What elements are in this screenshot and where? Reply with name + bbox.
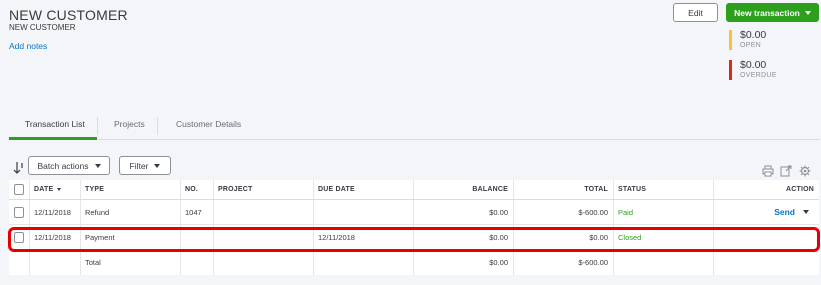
- table-header-row: DATE TYPE NO. PROJECT DUE DATE BALANCE T…: [9, 180, 819, 200]
- chevron-down-icon: [154, 163, 161, 168]
- footer-label: Total: [85, 258, 101, 267]
- footer-total: $-600.00: [578, 258, 608, 267]
- row-select-cell: [9, 225, 29, 249]
- new-transaction-label: New transaction: [734, 7, 800, 18]
- row-date: 12/11/2018: [34, 207, 71, 217]
- export-icon[interactable]: [780, 165, 792, 177]
- chevron-down-icon[interactable]: [803, 210, 809, 214]
- row-type: Payment: [85, 232, 115, 242]
- row-checkbox[interactable]: [14, 231, 24, 243]
- table-row[interactable]: 12/11/2018 Payment 12/11/2018 $0.00 $0.0…: [9, 225, 819, 250]
- row-no: [180, 225, 213, 249]
- settings-icon[interactable]: [799, 165, 811, 177]
- col-status[interactable]: STATUS: [613, 180, 713, 199]
- tab-projects[interactable]: Projects: [114, 119, 145, 129]
- row-due-date: 12/11/2018: [318, 232, 355, 242]
- col-date-label: DATE: [34, 186, 54, 193]
- overdue-summary: $0.00 OVERDUE: [729, 60, 809, 80]
- col-due-date[interactable]: DUE DATE: [313, 180, 413, 199]
- row-status: Closed: [618, 232, 642, 242]
- row-total: $-600.00: [578, 207, 608, 217]
- row-balance: $0.00: [489, 232, 508, 242]
- row-total: $0.00: [589, 232, 608, 242]
- row-due-date: [313, 200, 413, 224]
- row-status: Paid: [618, 207, 634, 217]
- batch-actions-label: Batch actions: [37, 160, 89, 171]
- row-project: [213, 225, 313, 249]
- table-row[interactable]: 12/11/2018 Refund 1047 $0.00 $-600.00 Pa…: [9, 200, 819, 225]
- row-type: Refund: [85, 207, 110, 217]
- row-action-cell: Send: [713, 200, 819, 224]
- active-tab-indicator: [9, 137, 97, 140]
- filter-label: Filter: [129, 160, 149, 171]
- overdue-amount: $0.00: [740, 59, 767, 71]
- select-all-checkbox[interactable]: [14, 184, 24, 195]
- col-no[interactable]: NO.: [180, 180, 213, 199]
- col-project[interactable]: PROJECT: [213, 180, 313, 199]
- col-action: ACTION: [785, 186, 814, 193]
- row-checkbox[interactable]: [14, 206, 24, 218]
- filter-button[interactable]: Filter: [119, 156, 171, 175]
- customer-title: NEW CUSTOMER: [9, 7, 128, 23]
- print-icon[interactable]: [762, 165, 774, 177]
- chevron-down-icon: [804, 10, 811, 15]
- row-balance: $0.00: [489, 207, 508, 217]
- add-notes-link[interactable]: Add notes: [9, 41, 47, 51]
- tab-transaction-list[interactable]: Transaction List: [25, 119, 85, 129]
- col-date[interactable]: DATE: [29, 180, 80, 199]
- tab-divider: [97, 117, 98, 135]
- row-no: 1047: [185, 207, 202, 217]
- col-balance[interactable]: BALANCE: [413, 180, 513, 199]
- tab-bar: Transaction List Projects Customer Detai…: [9, 112, 820, 140]
- sort-icon[interactable]: [13, 161, 25, 175]
- chevron-down-icon: [94, 163, 101, 168]
- customer-subtitle: NEW CUSTOMER: [9, 23, 76, 32]
- tab-customer-details[interactable]: Customer Details: [176, 119, 241, 129]
- sort-desc-icon: [57, 188, 62, 191]
- row-date: 12/11/2018: [34, 232, 71, 242]
- row-project: [213, 200, 313, 224]
- transaction-table: DATE TYPE NO. PROJECT DUE DATE BALANCE T…: [9, 180, 819, 275]
- open-amount: $0.00: [740, 29, 767, 41]
- row-action-cell: [713, 225, 819, 249]
- new-transaction-button[interactable]: New transaction: [726, 3, 819, 22]
- overdue-label: OVERDUE: [740, 72, 777, 79]
- edit-button[interactable]: Edit: [673, 3, 718, 22]
- col-type[interactable]: TYPE: [80, 180, 180, 199]
- table-footer-row: Total $0.00 $-600.00: [9, 250, 819, 275]
- col-total[interactable]: TOTAL: [513, 180, 613, 199]
- send-link[interactable]: Send: [774, 207, 795, 217]
- open-label: OPEN: [740, 42, 762, 49]
- select-all-cell: [9, 180, 29, 199]
- row-select-cell: [9, 200, 29, 224]
- footer-balance: $0.00: [489, 258, 508, 267]
- open-summary: $0.00 OPEN: [729, 30, 809, 50]
- tab-divider: [157, 117, 158, 135]
- batch-actions-button[interactable]: Batch actions: [28, 156, 110, 175]
